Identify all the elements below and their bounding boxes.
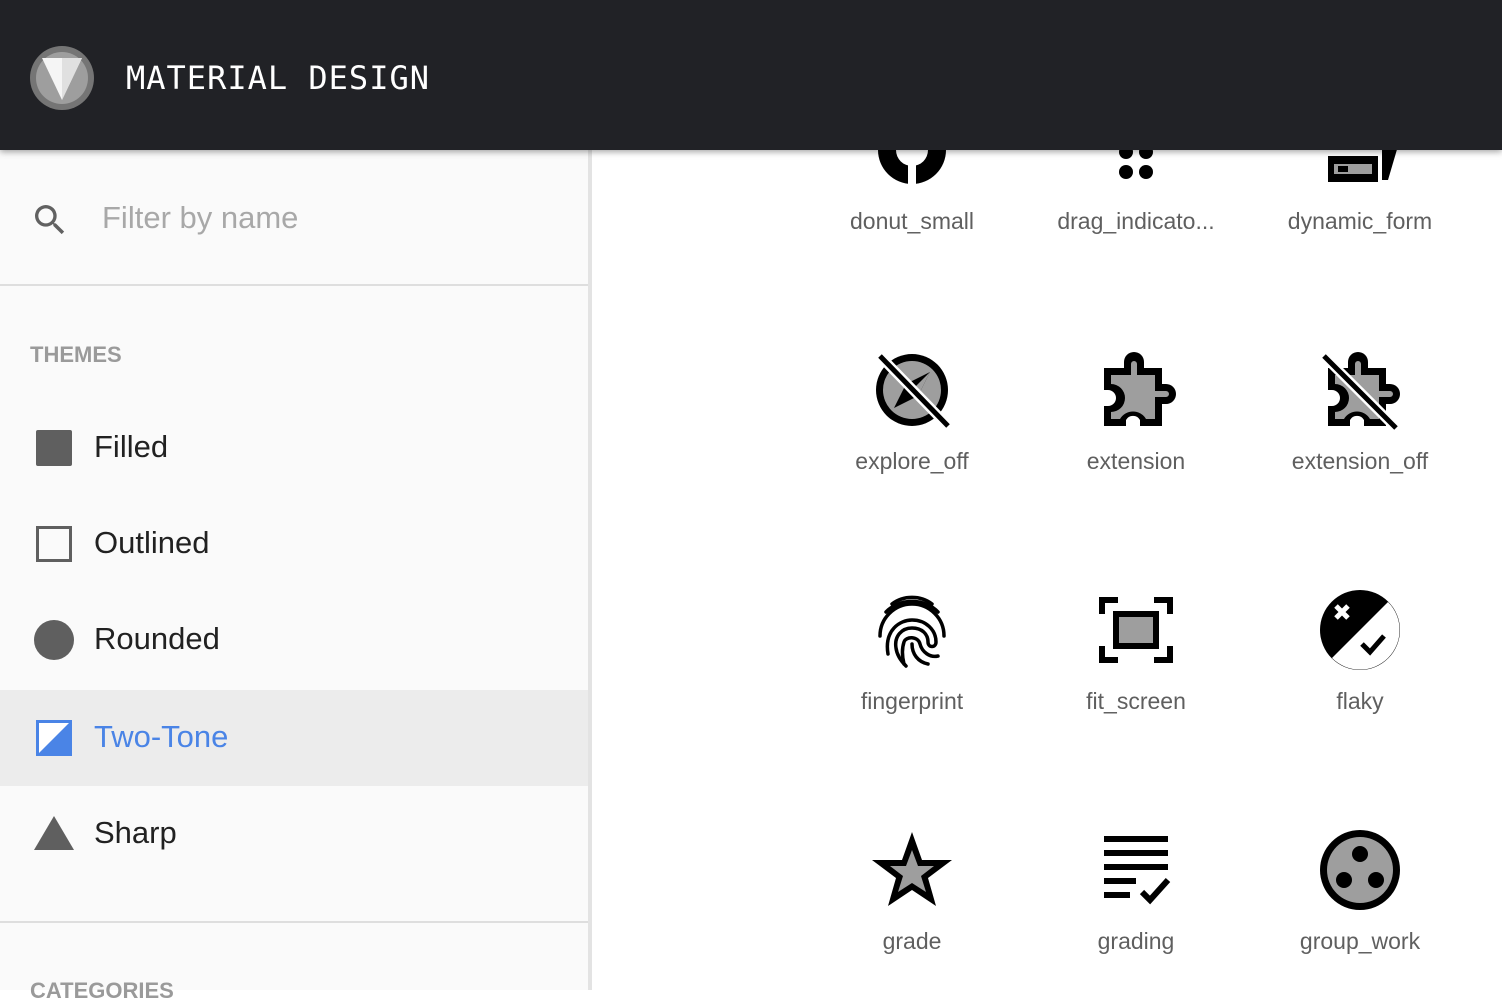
theme-label: Sharp	[94, 815, 177, 850]
theme-item-two-tone[interactable]: Two-Tone	[0, 690, 588, 786]
icon-label: fit_screen	[1086, 688, 1186, 714]
dynamic-form-icon	[1328, 150, 1397, 182]
icon-label: donut_small	[849, 208, 975, 234]
divider	[0, 921, 588, 923]
icon-cell-dynamic-form[interactable]: dynamic_form	[1248, 150, 1472, 310]
app-header: MATERIAL DESIGN	[0, 0, 1502, 150]
icon-cell-explore-off[interactable]: explore_off	[800, 350, 1024, 550]
icon-grid: donut_small drag_indicato... dynamic_for…	[592, 150, 1502, 990]
icon-label: flaky	[1336, 688, 1384, 714]
categories-heading: CATEGORIES	[30, 978, 174, 1003]
theme-label: Filled	[94, 429, 169, 464]
fingerprint-icon	[878, 595, 946, 668]
icon-label: extension	[1086, 448, 1186, 474]
theme-item-rounded[interactable]: Rounded	[0, 592, 588, 688]
icon-label: extension_off	[1291, 448, 1429, 474]
donut-small-icon	[878, 150, 946, 190]
extension-icon	[1104, 352, 1176, 426]
theme-label: Rounded	[94, 621, 220, 656]
icon-label: group_work	[1299, 928, 1421, 954]
divider	[0, 284, 588, 286]
search-input[interactable]	[102, 194, 542, 242]
theme-label: Two-Tone	[94, 719, 229, 754]
icon-cell-extension[interactable]: extension	[1024, 350, 1248, 550]
sharp-triangle-icon	[34, 816, 74, 850]
extension-off-icon	[1320, 352, 1400, 430]
two-tone-square-icon	[36, 720, 72, 756]
themes-heading: THEMES	[30, 342, 122, 367]
icon-cell-donut-small[interactable]: donut_small	[800, 150, 1024, 310]
flaky-icon	[1320, 590, 1400, 670]
icon-label: dynamic_form	[1287, 208, 1433, 234]
drag-indicator-icon	[1119, 150, 1153, 179]
material-design-logo-icon[interactable]	[30, 46, 94, 110]
rounded-circle-icon	[34, 620, 74, 660]
group-work-icon	[1320, 830, 1400, 910]
icon-label: drag_indicato...	[1057, 208, 1215, 234]
theme-item-filled[interactable]: Filled	[0, 400, 588, 496]
icon-cell-extension-off[interactable]: extension_off	[1248, 350, 1472, 550]
icon-cell-flaky[interactable]: flaky	[1248, 590, 1472, 790]
icon-label: grading	[1097, 928, 1175, 954]
app-title: MATERIAL DESIGN	[126, 59, 430, 97]
icon-cell-fingerprint[interactable]: fingerprint	[800, 590, 1024, 790]
filled-square-icon	[36, 430, 72, 466]
grade-icon	[872, 832, 952, 906]
fit-screen-icon	[1099, 597, 1173, 663]
icon-cell-group-work[interactable]: group_work	[1248, 830, 1472, 990]
theme-item-sharp[interactable]: Sharp	[0, 786, 588, 882]
icon-cell-fit-screen[interactable]: fit_screen	[1024, 590, 1248, 790]
outlined-square-icon	[36, 526, 72, 562]
icon-cell-grading[interactable]: grading	[1024, 830, 1248, 990]
icon-label: grade	[882, 928, 942, 954]
theme-item-outlined[interactable]: Outlined	[0, 496, 588, 592]
icon-label: explore_off	[855, 448, 969, 474]
icon-cell-drag-indicator[interactable]: drag_indicato...	[1024, 150, 1248, 310]
icon-label: fingerprint	[860, 688, 964, 714]
explore-off-icon	[876, 352, 952, 430]
icon-cell-grade[interactable]: grade	[800, 830, 1024, 990]
theme-label: Outlined	[94, 525, 210, 560]
grading-icon	[1104, 836, 1171, 905]
search-icon	[35, 205, 65, 235]
